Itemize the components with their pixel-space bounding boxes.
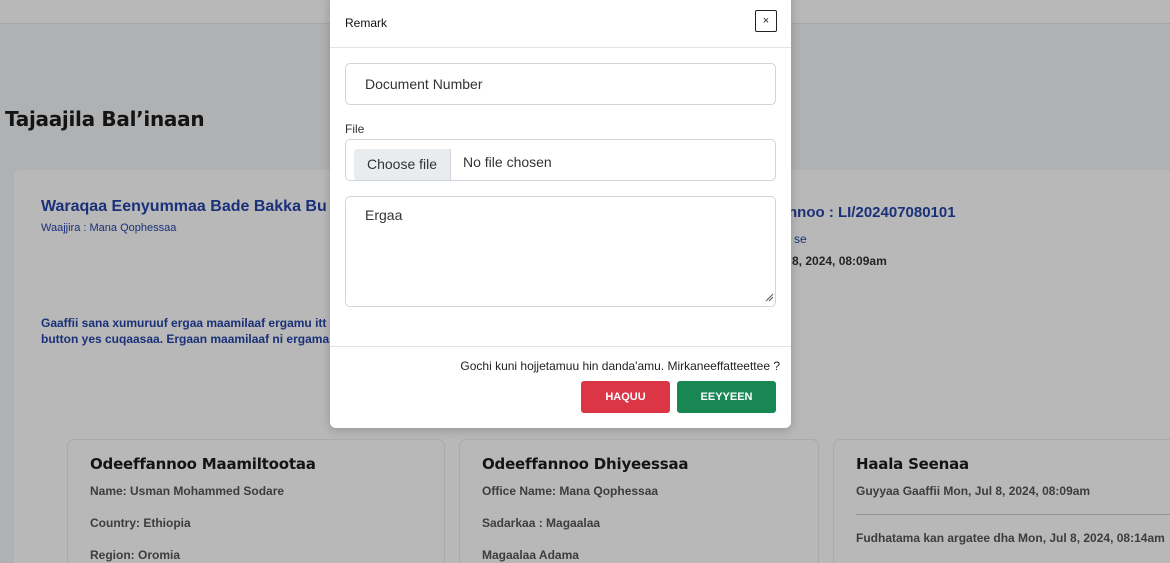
resize-handle-icon[interactable]: [764, 292, 774, 302]
file-status: No file chosen: [463, 154, 552, 170]
confirm-message: Gochi kuni hojjetamuu hin danda'amu. Mir…: [460, 359, 780, 373]
file-input[interactable]: Choose file No file chosen: [345, 139, 776, 181]
file-label: File: [345, 122, 365, 136]
cancel-button[interactable]: HAQUU: [581, 381, 670, 413]
document-number-input[interactable]: [345, 63, 776, 105]
confirm-button[interactable]: EEYYEEN: [677, 381, 776, 413]
close-button[interactable]: ×: [755, 10, 777, 32]
choose-file-button[interactable]: Choose file: [354, 149, 451, 180]
modal-header: Remark ×: [330, 0, 791, 48]
modal-footer: Gochi kuni hojjetamuu hin danda'amu. Mir…: [330, 346, 791, 428]
modal-title: Remark: [345, 16, 388, 30]
message-textarea[interactable]: [345, 196, 776, 307]
remark-modal: Remark × File Choose file No file chosen…: [330, 0, 791, 428]
